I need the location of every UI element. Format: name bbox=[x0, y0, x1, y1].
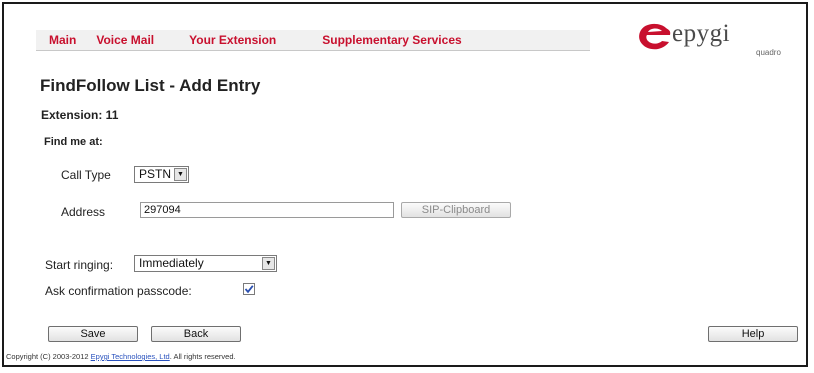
save-button[interactable]: Save bbox=[48, 326, 138, 342]
call-type-label: Call Type bbox=[61, 168, 111, 182]
back-button[interactable]: Back bbox=[151, 326, 241, 342]
help-button[interactable]: Help bbox=[708, 326, 798, 342]
top-menu-bar: Main Voice Mail Your Extension Supplemen… bbox=[36, 30, 590, 51]
menu-item-main[interactable]: Main bbox=[49, 33, 76, 47]
logo-subtext: quadro bbox=[756, 48, 781, 57]
epygi-logo: epygi quadro bbox=[636, 20, 796, 60]
sip-clipboard-button[interactable]: SIP-Clipboard bbox=[401, 202, 511, 218]
start-ringing-value: Immediately bbox=[139, 256, 204, 270]
call-type-select[interactable]: PSTN ▼ bbox=[134, 166, 189, 183]
epygi-link[interactable]: Epygi Technologies, Ltd bbox=[91, 352, 170, 361]
start-ringing-select[interactable]: Immediately ▼ bbox=[134, 255, 277, 272]
logo-mark-icon bbox=[639, 23, 671, 50]
page-title: FindFollow List - Add Entry bbox=[40, 76, 261, 95]
copyright-text: Copyright (C) 2003-2012 Epygi Technologi… bbox=[6, 352, 236, 361]
extension-label: Extension: 11 bbox=[41, 108, 119, 122]
copyright-prefix: Copyright (C) 2003-2012 bbox=[6, 352, 91, 361]
menu-item-voice-mail[interactable]: Voice Mail bbox=[96, 33, 154, 47]
address-input[interactable] bbox=[140, 202, 394, 218]
dropdown-arrow-icon[interactable]: ▼ bbox=[174, 168, 187, 181]
menu-item-supplementary-services[interactable]: Supplementary Services bbox=[322, 33, 461, 47]
address-label: Address bbox=[61, 205, 106, 219]
start-ringing-label: Start ringing: bbox=[45, 258, 114, 272]
call-type-value: PSTN bbox=[139, 167, 172, 181]
checkmark-icon bbox=[244, 285, 254, 294]
confirmation-passcode-label: Ask confirmation passcode: bbox=[45, 284, 192, 298]
logo-text: epygi bbox=[672, 20, 731, 47]
find-me-label: Find me at: bbox=[44, 136, 103, 148]
dropdown-arrow-icon[interactable]: ▼ bbox=[262, 257, 275, 270]
confirmation-passcode-checkbox[interactable] bbox=[243, 283, 255, 295]
menu-item-your-extension[interactable]: Your Extension bbox=[189, 33, 276, 47]
copyright-suffix: . All rights reserved. bbox=[169, 352, 236, 361]
